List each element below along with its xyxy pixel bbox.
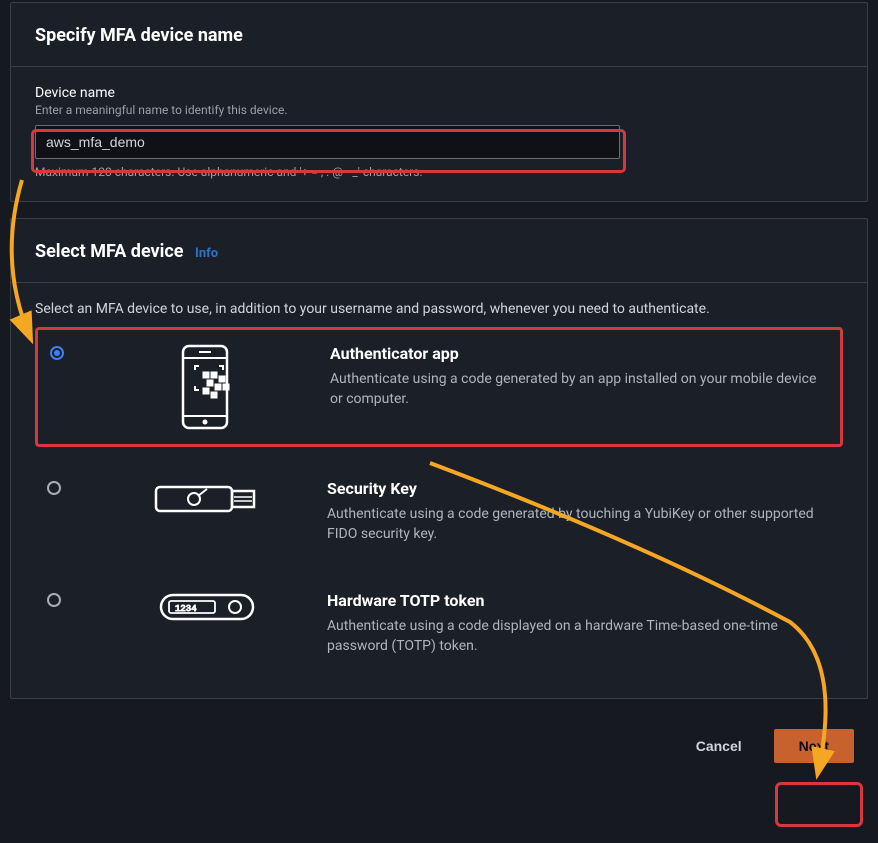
radio-authenticator-app[interactable]: [50, 346, 64, 360]
select-device-description: Select an MFA device to use, in addition…: [35, 301, 843, 317]
panel-body-select-device: Select an MFA device to use, in addition…: [11, 283, 867, 698]
device-name-input[interactable]: [35, 125, 620, 159]
next-button[interactable]: Next: [774, 729, 854, 763]
panel-header-device-name: Specify MFA device name: [11, 3, 867, 67]
option-desc-hardware-totp: Authenticate using a code displayed on a…: [327, 616, 831, 657]
option-security-key[interactable]: Security Key Authenticate using a code g…: [35, 465, 843, 559]
cancel-button[interactable]: Cancel: [676, 730, 762, 762]
radio-wrap-security-key: [47, 479, 87, 499]
panel-specify-device-name: Specify MFA device name Device name Ente…: [10, 2, 868, 202]
panel-select-mfa-device: Select MFA device Info Select an MFA dev…: [10, 218, 868, 699]
option-text-hardware-totp: Hardware TOTP token Authenticate using a…: [327, 591, 831, 657]
security-key-icon: [87, 479, 327, 519]
option-authenticator-app[interactable]: Authenticator app Authenticate using a c…: [35, 327, 843, 447]
authenticator-app-icon: [90, 344, 330, 430]
option-hardware-totp[interactable]: 1234 Hardware TOTP token Authenticate us…: [35, 577, 843, 671]
annotation-highlight-next: [775, 782, 863, 827]
radio-security-key[interactable]: [47, 481, 61, 495]
option-title-hardware-totp: Hardware TOTP token: [327, 591, 831, 610]
info-link[interactable]: Info: [195, 246, 218, 261]
option-text-authenticator: Authenticator app Authenticate using a c…: [330, 344, 828, 410]
panel-title-device-name: Specify MFA device name: [35, 25, 243, 46]
radio-hardware-totp[interactable]: [47, 593, 61, 607]
svg-text:1234: 1234: [175, 604, 197, 614]
option-title-authenticator: Authenticator app: [330, 344, 828, 363]
option-title-security-key: Security Key: [327, 479, 831, 498]
radio-wrap-hardware-totp: [47, 591, 87, 611]
option-desc-authenticator: Authenticate using a code generated by a…: [330, 369, 828, 410]
device-name-constraint: Maximum 128 characters. Use alphanumeric…: [35, 165, 843, 179]
option-desc-security-key: Authenticate using a code generated by t…: [327, 504, 831, 545]
panel-header-select-device: Select MFA device Info: [11, 219, 867, 283]
device-name-label: Device name: [35, 85, 843, 101]
option-text-security-key: Security Key Authenticate using a code g…: [327, 479, 831, 545]
hardware-totp-icon: 1234: [87, 591, 327, 623]
footer-actions: Cancel Next: [0, 715, 878, 777]
panel-body-device-name: Device name Enter a meaningful name to i…: [11, 67, 867, 201]
panel-title-select-device: Select MFA device: [35, 241, 184, 262]
radio-wrap-authenticator: [50, 344, 90, 364]
device-name-desc: Enter a meaningful name to identify this…: [35, 103, 843, 117]
